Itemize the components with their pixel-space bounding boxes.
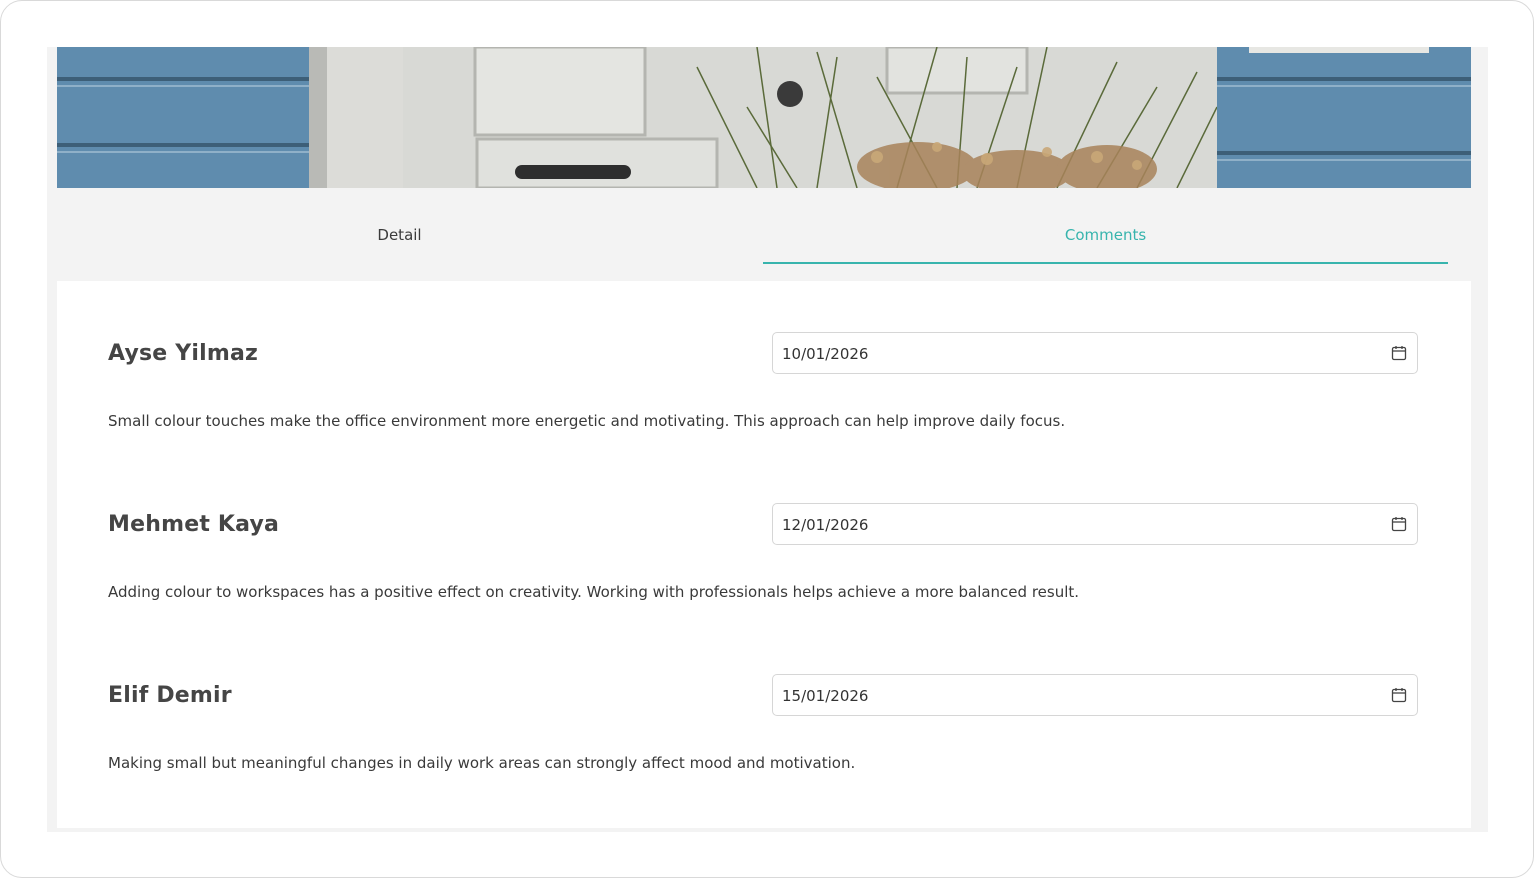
door-photo-icon <box>57 47 1471 188</box>
comment-item: Ayse Yilmaz 10/01/2026 Small colour touc… <box>108 332 1420 477</box>
tab-detail[interactable]: Detail <box>57 188 742 281</box>
comments-card: Ayse Yilmaz 10/01/2026 Small colour touc… <box>57 281 1471 828</box>
date-value: 10/01/2026 <box>782 345 869 363</box>
app-window: Detail Comments Ayse Yilmaz 10/01/2026 S… <box>0 0 1534 878</box>
calendar-icon[interactable] <box>1391 516 1407 532</box>
comment-text: Small colour touches make the office env… <box>108 412 1066 430</box>
comment-author: Elif Demir <box>108 683 232 708</box>
calendar-icon[interactable] <box>1391 345 1407 361</box>
comment-item: Mehmet Kaya 12/01/2026 Adding colour to … <box>108 503 1420 648</box>
content-panel: Detail Comments Ayse Yilmaz 10/01/2026 S… <box>47 47 1488 832</box>
tab-comments[interactable]: Comments <box>763 188 1448 281</box>
date-field[interactable]: 10/01/2026 <box>772 332 1418 374</box>
date-value: 15/01/2026 <box>782 687 869 705</box>
hero-image <box>57 47 1471 188</box>
comment-item: Elif Demir 15/01/2026 Making small but m… <box>108 674 1420 819</box>
date-field[interactable]: 12/01/2026 <box>772 503 1418 545</box>
tab-bar: Detail Comments <box>57 188 1471 281</box>
date-field[interactable]: 15/01/2026 <box>772 674 1418 716</box>
comment-author: Ayse Yilmaz <box>108 341 259 366</box>
comment-text: Making small but meaningful changes in d… <box>108 754 856 772</box>
comment-text: Adding colour to workspaces has a positi… <box>108 583 1080 601</box>
calendar-icon[interactable] <box>1391 687 1407 703</box>
date-value: 12/01/2026 <box>782 516 869 534</box>
comment-author: Mehmet Kaya <box>108 512 280 537</box>
